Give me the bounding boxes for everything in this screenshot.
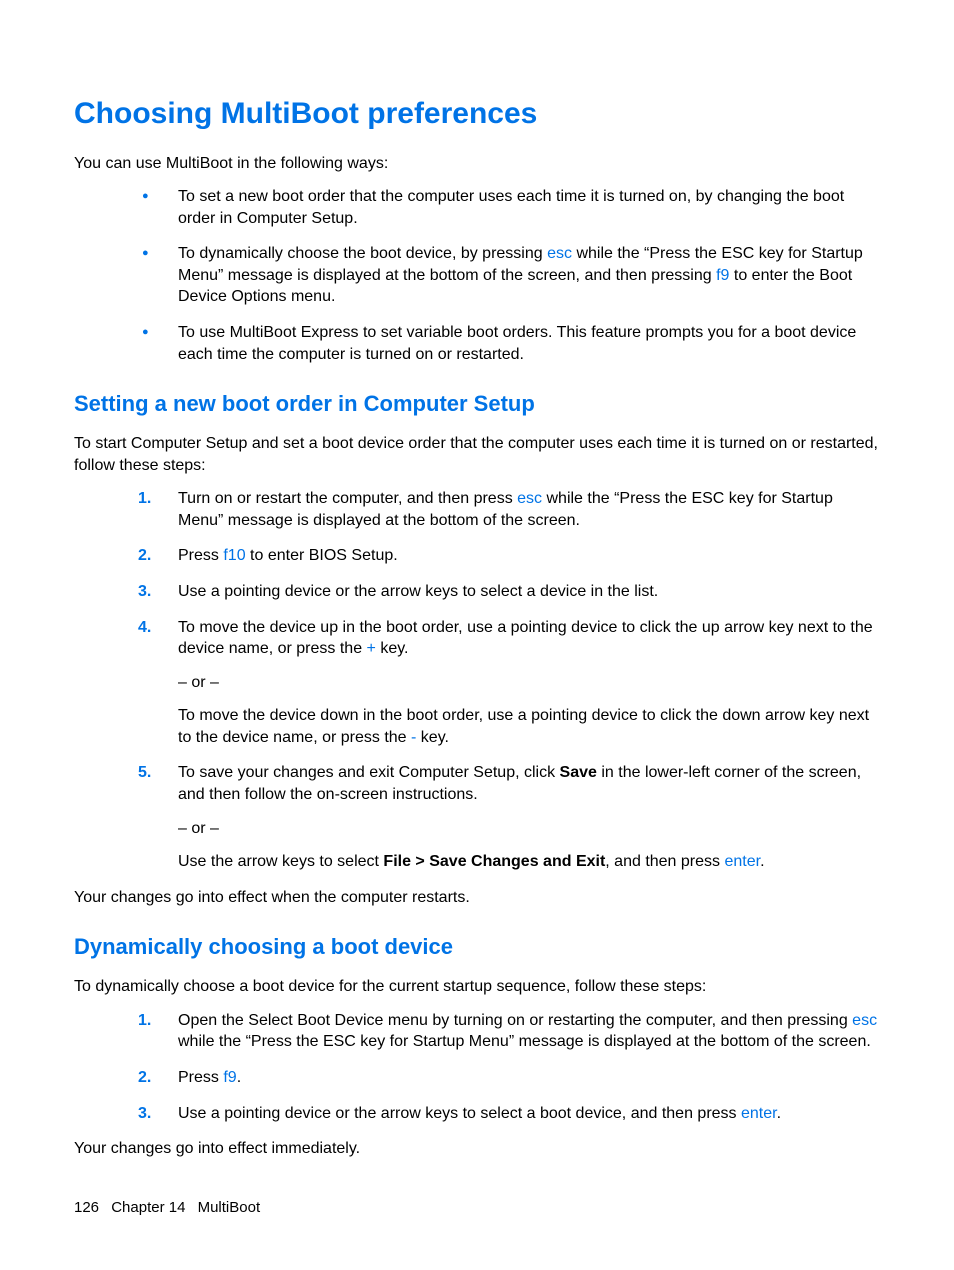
step-text: . — [237, 1069, 241, 1086]
bold-save: Save — [560, 764, 597, 781]
step-text: Use a pointing device or the arrow keys … — [178, 583, 658, 600]
step-text: To move the device up in the boot order,… — [178, 619, 873, 658]
list-item: To move the device up in the boot order,… — [134, 617, 880, 749]
key-f9: f9 — [716, 267, 729, 284]
alt-step-text: To move the device down in the boot orde… — [178, 705, 880, 748]
section-heading: Setting a new boot order in Computer Set… — [74, 389, 880, 419]
step-text: Open the Select Boot Device menu by turn… — [178, 1012, 852, 1029]
setup-steps-list: Turn on or restart the computer, and the… — [134, 488, 880, 873]
key-esc: esc — [517, 490, 542, 507]
step-text: Use the arrow keys to select — [178, 853, 383, 870]
key-f10: f10 — [223, 547, 245, 564]
section-heading: Dynamically choosing a boot device — [74, 932, 880, 962]
step-text: while the “Press the ESC key for Startup… — [178, 1033, 871, 1050]
page-title: Choosing MultiBoot preferences — [74, 94, 880, 135]
step-text: Turn on or restart the computer, and the… — [178, 490, 517, 507]
list-item: Press f10 to enter BIOS Setup. — [134, 545, 880, 567]
list-item: To set a new boot order that the compute… — [134, 186, 880, 229]
dynamic-steps-list: Open the Select Boot Device menu by turn… — [134, 1010, 880, 1124]
key-plus: + — [367, 640, 376, 657]
step-text: Press — [178, 547, 223, 564]
key-enter: enter — [741, 1105, 777, 1122]
key-esc: esc — [852, 1012, 877, 1029]
section-outro: Your changes go into effect when the com… — [74, 887, 880, 909]
step-text: Press — [178, 1069, 223, 1086]
step-text: . — [777, 1105, 781, 1122]
list-item: Turn on or restart the computer, and the… — [134, 488, 880, 531]
step-text: , and then press — [605, 853, 724, 870]
list-item: To dynamically choose the boot device, b… — [134, 243, 880, 308]
intro-bullet-list: To set a new boot order that the compute… — [134, 186, 880, 365]
list-item: Open the Select Boot Device menu by turn… — [134, 1010, 880, 1053]
bold-menu-path: File > Save Changes and Exit — [383, 853, 605, 870]
page-footer: 126 Chapter 14 MultiBoot — [74, 1198, 260, 1218]
key-f9: f9 — [223, 1069, 236, 1086]
or-separator: – or – — [178, 672, 880, 694]
key-esc: esc — [547, 245, 572, 262]
or-separator: – or – — [178, 818, 880, 840]
list-item: To save your changes and exit Computer S… — [134, 762, 880, 872]
step-text: . — [760, 853, 764, 870]
section-intro: To dynamically choose a boot device for … — [74, 976, 880, 998]
step-text: key. — [416, 729, 449, 746]
chapter-label: Chapter 14 — [111, 1199, 185, 1216]
list-item: To use MultiBoot Express to set variable… — [134, 322, 880, 365]
key-enter: enter — [724, 853, 760, 870]
intro-paragraph: You can use MultiBoot in the following w… — [74, 153, 880, 175]
step-text: To save your changes and exit Computer S… — [178, 764, 560, 781]
topic-label: MultiBoot — [198, 1199, 261, 1216]
step-text: to enter BIOS Setup. — [246, 547, 398, 564]
list-item: Use a pointing device or the arrow keys … — [134, 1103, 880, 1125]
alt-step-text: Use the arrow keys to select File > Save… — [178, 851, 880, 873]
step-text: Use a pointing device or the arrow keys … — [178, 1105, 741, 1122]
step-text: To move the device down in the boot orde… — [178, 707, 869, 746]
list-text: To set a new boot order that the compute… — [178, 188, 844, 227]
page-number: 126 — [74, 1199, 99, 1216]
list-item: Use a pointing device or the arrow keys … — [134, 581, 880, 603]
list-item: Press f9. — [134, 1067, 880, 1089]
step-text: key. — [376, 640, 409, 657]
section-outro: Your changes go into effect immediately. — [74, 1138, 880, 1160]
list-text: To use MultiBoot Express to set variable… — [178, 324, 856, 363]
section-intro: To start Computer Setup and set a boot d… — [74, 433, 880, 476]
document-page: Choosing MultiBoot preferences You can u… — [0, 0, 954, 1270]
list-text: To dynamically choose the boot device, b… — [178, 245, 547, 262]
